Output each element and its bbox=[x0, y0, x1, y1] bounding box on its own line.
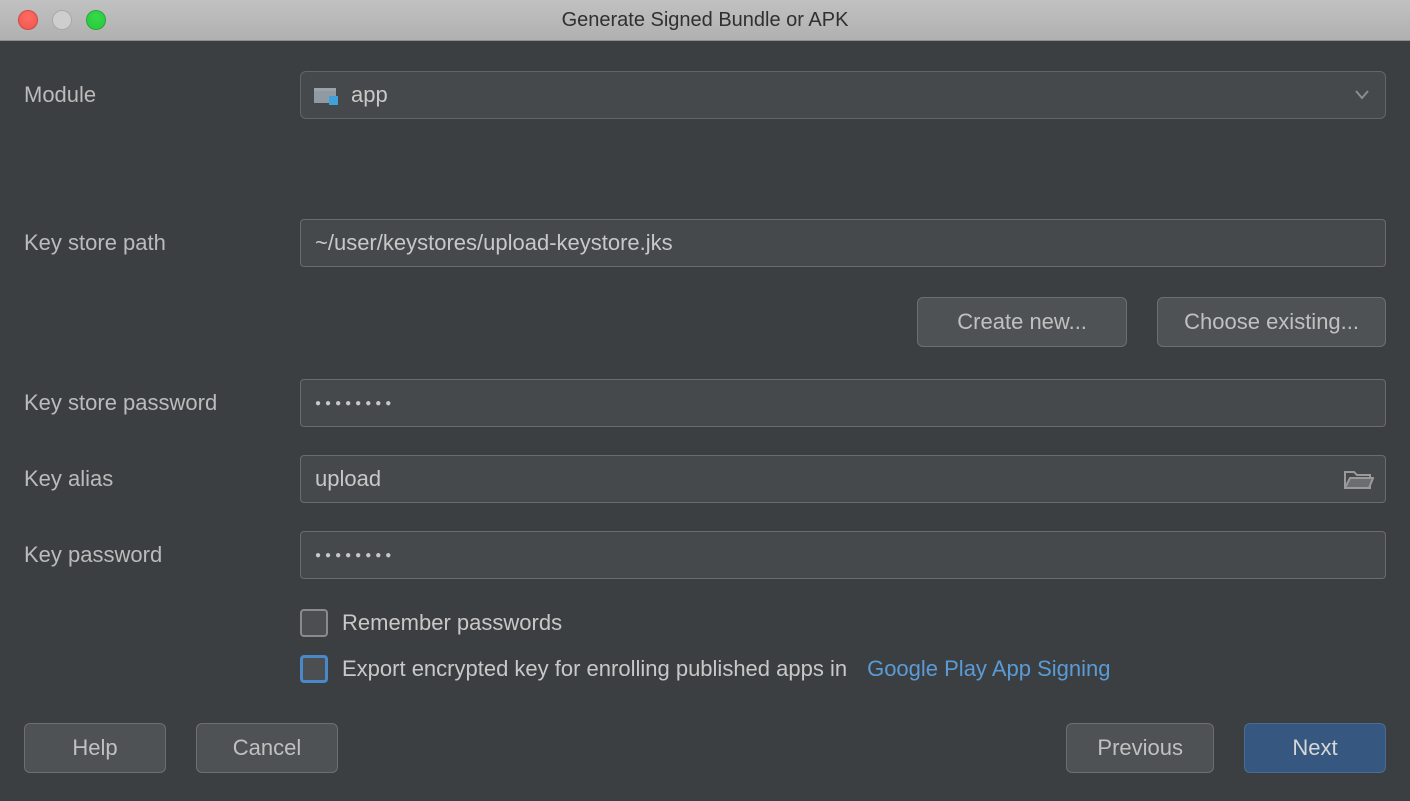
module-icon bbox=[313, 83, 341, 107]
choose-existing-button[interactable]: Choose existing... bbox=[1157, 297, 1386, 347]
help-button[interactable]: Help bbox=[24, 723, 166, 773]
close-window-button[interactable] bbox=[18, 10, 38, 30]
keystore-path-input[interactable] bbox=[300, 219, 1386, 267]
cancel-button[interactable]: Cancel bbox=[196, 723, 338, 773]
window-controls bbox=[18, 10, 106, 30]
module-select[interactable]: app bbox=[300, 71, 1386, 119]
dialog-content: Module app Key store p bbox=[0, 41, 1410, 703]
row-key-password: Key password ●●●●●●●● bbox=[24, 531, 1386, 579]
key-password-input[interactable]: ●●●●●●●● bbox=[300, 531, 1386, 579]
chevron-down-icon bbox=[1355, 90, 1369, 100]
next-button[interactable]: Next bbox=[1244, 723, 1386, 773]
open-folder-icon[interactable] bbox=[1344, 468, 1374, 490]
keystore-password-input[interactable]: ●●●●●●●● bbox=[300, 379, 1386, 427]
row-keystore-path: Key store path bbox=[24, 219, 1386, 267]
row-keystore-buttons: Create new... Choose existing... bbox=[24, 297, 1386, 347]
row-keystore-password: Key store password ●●●●●●●● bbox=[24, 379, 1386, 427]
previous-button[interactable]: Previous bbox=[1066, 723, 1214, 773]
key-alias-label: Key alias bbox=[24, 466, 300, 492]
module-label: Module bbox=[24, 82, 300, 108]
export-encrypted-checkbox[interactable] bbox=[300, 655, 328, 683]
export-encrypted-label: Export encrypted key for enrolling publi… bbox=[342, 656, 847, 682]
window-title: Generate Signed Bundle or APK bbox=[0, 9, 1410, 32]
dialog-footer: Help Cancel Previous Next bbox=[0, 703, 1410, 801]
remember-passwords-label: Remember passwords bbox=[342, 610, 562, 636]
google-play-app-signing-link[interactable]: Google Play App Signing bbox=[867, 656, 1110, 682]
keystore-path-label: Key store path bbox=[24, 230, 300, 256]
create-new-button[interactable]: Create new... bbox=[917, 297, 1127, 347]
key-alias-input[interactable] bbox=[300, 455, 1386, 503]
module-value: app bbox=[351, 82, 388, 108]
checkboxes: Remember passwords Export encrypted key … bbox=[300, 609, 1386, 683]
remember-passwords-checkbox[interactable] bbox=[300, 609, 328, 637]
keystore-password-label: Key store password bbox=[24, 390, 300, 416]
titlebar: Generate Signed Bundle or APK bbox=[0, 0, 1410, 41]
maximize-window-button[interactable] bbox=[86, 10, 106, 30]
export-encrypted-row: Export encrypted key for enrolling publi… bbox=[300, 655, 1386, 683]
key-password-label: Key password bbox=[24, 542, 300, 568]
row-key-alias: Key alias bbox=[24, 455, 1386, 503]
row-module: Module app bbox=[24, 71, 1386, 119]
minimize-window-button[interactable] bbox=[52, 10, 72, 30]
remember-passwords-row: Remember passwords bbox=[300, 609, 1386, 637]
